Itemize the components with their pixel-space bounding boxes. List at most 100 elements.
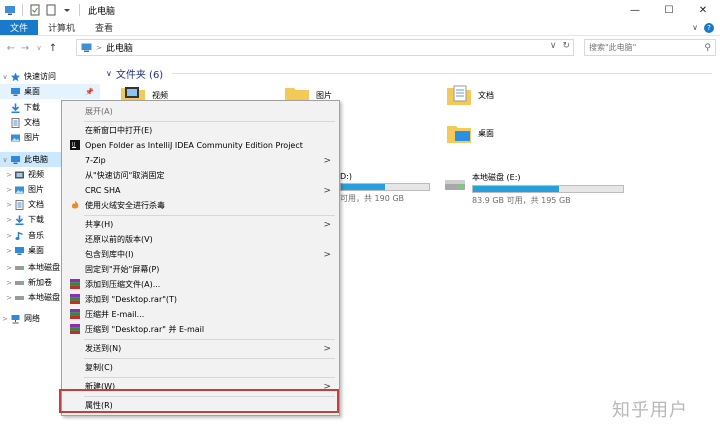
menu-item-crc-sha[interactable]: CRC SHA > [64, 183, 337, 198]
desktop-folder-icon [447, 126, 471, 143]
drive-e[interactable]: 本地磁盘 (E:) 83.9 GB 可用，共 195 GB [444, 172, 624, 206]
download-icon [15, 215, 24, 225]
drive-d-usage-bar [340, 183, 430, 191]
window-title: 此电脑 [88, 6, 116, 17]
submenu-arrow-icon: > [323, 185, 331, 196]
help-icon[interactable]: ? [704, 22, 714, 33]
menu-item-send-to[interactable]: 发送到(N) > [64, 341, 337, 356]
forward-arrow-icon[interactable]: → [18, 43, 32, 54]
section-divider [172, 73, 712, 74]
drive-icon [445, 180, 465, 190]
ribbon: 文件 计算机 查看 ∨ ? [0, 20, 720, 36]
winrar-icon [70, 279, 80, 289]
network-icon [11, 314, 20, 323]
video-icon [15, 171, 24, 178]
submenu-arrow-icon: > [323, 343, 331, 354]
menu-item-add-archive[interactable]: 添加到压缩文件(A)... [64, 277, 337, 292]
menu-item-unpin-quick-access[interactable]: 从"快速访问"取消固定 [64, 168, 337, 183]
minimize-icon: — [630, 4, 640, 16]
maximize-icon: ☐ [664, 4, 674, 16]
refresh-icon[interactable]: ↻ [562, 41, 570, 51]
address-row: ← → ∨ ↑ > 此电脑 ∨ ↻ ⚲ [0, 37, 720, 59]
menu-item-open-new-window[interactable]: 在新窗口中打开(E) [64, 123, 337, 138]
drive-icon [15, 295, 24, 300]
menu-item-7zip[interactable]: 7-Zip > [64, 153, 337, 168]
nav-item-desktop[interactable]: 桌面 📌 [0, 84, 100, 99]
properties-highlight-box [59, 389, 339, 413]
menu-item-open-intellij[interactable]: IJ Open Folder as IntelliJ IDEA Communit… [64, 138, 337, 153]
tab-view[interactable]: 查看 [85, 20, 123, 35]
up-arrow-icon[interactable]: ↑ [46, 43, 60, 54]
nav-item-quick-access[interactable]: ∨ 快速访问 [0, 69, 100, 84]
address-path: 此电脑 [105, 44, 133, 54]
menu-item-include-library[interactable]: 包含到库中(I) > [64, 247, 337, 262]
drive-d-label: D:) [340, 172, 352, 181]
document-icon [11, 117, 20, 128]
desktop-icon [15, 246, 24, 255]
back-arrow-icon[interactable]: ← [4, 43, 18, 54]
close-icon: ✕ [698, 4, 708, 16]
folder-desktop[interactable]: 桌面 [446, 122, 494, 144]
maximize-button[interactable]: ☐ [652, 0, 686, 20]
dropdown-icon[interactable] [61, 4, 73, 16]
chevron-down-icon[interactable]: ∨ [0, 73, 10, 81]
properties-icon[interactable] [29, 4, 41, 16]
submenu-arrow-icon: > [323, 219, 331, 230]
drive-d-space: 可用，共 190 GB [340, 194, 405, 203]
search-input[interactable] [589, 43, 689, 52]
menu-item-add-desktop-rar[interactable]: 添加到 "Desktop.rar"(T) [64, 292, 337, 307]
menu-item-huorong-scan[interactable]: 使用火绒安全进行杀毒 [64, 198, 337, 213]
address-bar[interactable]: > 此电脑 ∨ ↻ [76, 39, 574, 56]
drive-e-usage-bar [472, 185, 624, 193]
winrar-icon [70, 324, 80, 334]
chevron-right-icon[interactable]: > [4, 279, 14, 287]
recent-dropdown-icon[interactable]: ∨ [32, 44, 46, 52]
menu-item-restore-versions[interactable]: 还原以前的版本(V) [64, 232, 337, 247]
menu-item-compress-desktop-email[interactable]: 压缩到 "Desktop.rar" 并 E-mail [64, 322, 337, 337]
pictures-icon [11, 134, 20, 141]
chevron-right-icon[interactable]: > [4, 201, 14, 209]
chevron-right-icon[interactable]: > [4, 264, 14, 272]
folder-documents[interactable]: 文档 [446, 84, 494, 106]
watermark: 知乎用户 [612, 400, 688, 421]
documents-folder-icon [447, 85, 471, 105]
new-folder-icon[interactable] [45, 4, 57, 16]
chevron-right-icon[interactable]: > [4, 232, 14, 240]
computer-icon [81, 43, 92, 52]
title-bar: 此电脑 — ☐ ✕ [0, 0, 720, 20]
huorong-icon [71, 200, 79, 209]
winrar-icon [70, 309, 80, 319]
chevron-right-icon[interactable]: > [4, 171, 14, 179]
chevron-down-icon[interactable]: ∨ [0, 156, 10, 164]
menu-separator [84, 121, 335, 122]
expand-ribbon-icon[interactable]: ∨ [692, 23, 698, 32]
minimize-button[interactable]: — [618, 0, 652, 20]
music-icon [15, 231, 23, 240]
pictures-icon [15, 186, 24, 193]
menu-item-compress-email[interactable]: 压缩并 E-mail... [64, 307, 337, 322]
address-dropdown-icon[interactable]: ∨ [550, 41, 557, 51]
menu-separator [84, 339, 335, 340]
chevron-right-icon[interactable]: > [4, 216, 14, 224]
search-icon: ⚲ [704, 42, 711, 53]
menu-item-pin-start[interactable]: 固定到"开始"屏幕(P) [64, 262, 337, 277]
chevron-right-icon[interactable]: > [4, 247, 14, 255]
tab-file[interactable]: 文件 [0, 20, 39, 35]
pin-icon[interactable]: 📌 [85, 88, 94, 96]
chevron-right-icon[interactable]: > [4, 186, 14, 194]
drive-d[interactable]: D:) 可用，共 190 GB [340, 172, 430, 204]
search-box[interactable]: ⚲ [584, 39, 716, 56]
computer-icon [5, 6, 15, 15]
menu-item-expand[interactable]: 展开(A) [64, 104, 337, 119]
desktop-icon [11, 87, 20, 96]
drive-e-label: 本地磁盘 (E:) [472, 173, 521, 182]
drive-e-space: 83.9 GB 可用，共 195 GB [472, 196, 571, 205]
tab-computer[interactable]: 计算机 [38, 20, 85, 35]
section-header-folders[interactable]: ∨ 文件夹 (6) [106, 66, 163, 81]
menu-item-share[interactable]: 共享(H) > [64, 217, 337, 232]
menu-item-copy[interactable]: 复制(C) [64, 360, 337, 375]
close-button[interactable]: ✕ [686, 0, 720, 20]
drive-e-usage-fill [473, 186, 559, 192]
chevron-right-icon[interactable]: > [0, 315, 10, 323]
chevron-right-icon[interactable]: > [4, 294, 14, 302]
